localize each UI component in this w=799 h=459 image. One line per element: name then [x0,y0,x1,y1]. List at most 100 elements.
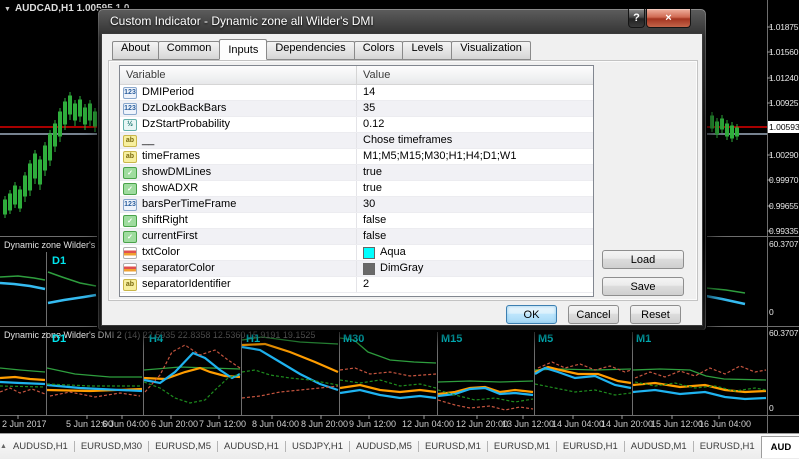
param-name: shiftRight [142,214,188,226]
color-swatch [363,262,375,275]
param-value[interactable]: 14 [363,85,375,100]
reset-button[interactable]: Reset [630,305,681,324]
param-value[interactable]: Chose timeframes [363,133,452,148]
time-axis-label: 2 Jun 2017 [2,419,47,429]
param-name: barsPerTimeFrame [142,198,237,210]
int-icon: 123 [123,198,137,211]
chart-tab[interactable]: EURUSD,M5 [148,441,217,452]
time-axis-label: 7 Jun 12:00 [199,419,247,429]
string-icon: ab [123,134,137,147]
chart-tab[interactable]: EURUSD,M30 [73,441,148,452]
time-axis-label: 15 Jun 12:00 [651,419,704,429]
table-row[interactable]: 123 DzLookBackBars 35 [120,101,593,117]
sub2-tf-m15: M15 [441,333,463,345]
indicator-properties-dialog: Custom Indicator - Dynamic zone all Wild… [97,8,707,331]
price-axis-label: 1.01875 [769,22,799,32]
time-axis-label: 13 Jun 12:00 [502,419,555,429]
chart-tab[interactable]: EURUSD,M1 [486,441,556,452]
sub2-tf-m5: M5 [538,333,554,345]
param-name: showADXR [142,182,199,194]
chart-tab-active[interactable]: AUD [760,435,799,458]
param-value[interactable]: false [363,229,386,244]
tab-bar-corner-icon[interactable]: ▲ [0,443,7,450]
close-button[interactable]: × [646,9,691,28]
color-icon [123,262,137,275]
param-value[interactable]: false [363,213,386,228]
chart-tab[interactable]: EURUSD,M1 [417,441,487,452]
table-row[interactable]: ab __ Chose timeframes [120,133,593,149]
price-axis-label: 1.00290 [769,150,799,160]
time-axis-label: 8 Jun 20:00 [301,419,349,429]
sub1-scale-top: 60.3707 [769,239,799,249]
chart-tab[interactable]: AUDUSD,M1 [623,441,693,452]
dialog-titlebar[interactable]: Custom Indicator - Dynamic zone all Wild… [98,9,706,34]
table-row[interactable]: ✓ showDMLines true [120,165,593,181]
tab-common[interactable]: Common [157,41,221,60]
bool-icon: ✓ [123,214,137,227]
table-header: Variable Value [120,66,593,85]
param-name: separatorColor [142,262,215,274]
table-row[interactable]: separatorColor DimGray [120,261,593,277]
chart-tab[interactable]: AUDUSD,M5 [349,441,418,452]
time-axis-label: 12 Jun 20:00 [456,419,509,429]
string-icon: ab [123,278,137,291]
table-row[interactable]: txtColor Aqua [120,245,593,261]
chart-tab[interactable]: EURUSD,H1 [555,441,624,452]
param-value[interactable]: true [363,181,382,196]
tab-colors[interactable]: Colors [353,41,404,60]
time-axis-label: 12 Jun 04:00 [402,419,455,429]
time-axis-label: 14 Jun 20:00 [601,419,654,429]
chart-tab[interactable]: EURUSD,H1 [692,441,761,452]
param-value[interactable]: 35 [363,101,375,116]
sub2-scale-bottom: 0 [769,403,774,413]
price-axis-label: 1.00925 [769,98,799,108]
cancel-button[interactable]: Cancel [568,305,619,324]
dialog-tab-strip: About Common Inputs Dependencies Colors … [112,39,531,60]
mt4-terminal: ▼ AUDCAD,H1 1.00595 1.0 1.01875 1.01560 1… [0,0,799,459]
chart-tab[interactable]: AUDUSD,H1 [217,441,285,452]
table-row[interactable]: 123 barsPerTimeFrame 30 [120,197,593,213]
bool-icon: ✓ [123,182,137,195]
sub2-tf-m30: M30 [343,333,365,345]
chart-tab[interactable]: AUDUSD,H1 [7,441,74,452]
param-value[interactable]: M1;M5;M15;M30;H1;H4;D1;W1 [363,149,516,164]
sub2-tf-h1: H1 [246,333,261,345]
sub2-tf-m1: M1 [636,333,652,345]
tab-inputs[interactable]: Inputs [219,39,268,60]
help-button[interactable]: ? [628,9,645,28]
ok-button[interactable]: OK [506,305,557,324]
param-value[interactable]: DimGray [380,261,423,276]
parameters-table: Variable Value 123 DMIPeriod 14 123 DzLook… [119,65,594,297]
param-value[interactable]: Aqua [380,245,406,260]
table-row[interactable]: ✓ shiftRight false [120,213,593,229]
dialog-title: Custom Indicator - Dynamic zone all Wild… [110,14,374,28]
table-row[interactable]: 123 DMIPeriod 14 [120,85,593,101]
string-icon: ab [123,150,137,163]
save-button[interactable]: Save [602,277,684,296]
time-axis-label: 16 Jun 04:00 [699,419,752,429]
sub2-tf-d1: D1 [52,333,67,345]
param-value[interactable]: 0.12 [363,117,384,132]
tab-about[interactable]: About [112,41,159,60]
table-row[interactable]: ab separatorIdentifier 2 [120,277,593,293]
dialog-body: About Common Inputs Dependencies Colors … [102,34,702,325]
table-row[interactable]: ab timeFrames M1;M5;M15;M30;H1;H4;D1;W1 [120,149,593,165]
table-row[interactable]: ✓ currentFirst false [120,229,593,245]
param-value[interactable]: 2 [363,277,369,292]
tab-levels[interactable]: Levels [402,41,453,60]
current-price-tag: 1.00593 [768,121,799,133]
tab-visualization[interactable]: Visualization [451,41,531,60]
double-icon: ½ [123,118,137,131]
tab-dependencies[interactable]: Dependencies [266,41,355,60]
load-button[interactable]: Load [602,250,684,269]
chart-tab[interactable]: USDJPY,H1 [284,441,349,452]
column-header-value[interactable]: Value [357,66,390,84]
table-row[interactable]: ✓ showADXR true [120,181,593,197]
param-value[interactable]: 30 [363,197,375,212]
bool-icon: ✓ [123,230,137,243]
param-name: currentFirst [142,230,198,242]
table-row[interactable]: ½ DzStartProbability 0.12 [120,117,593,133]
param-name: timeFrames [142,150,201,162]
param-value[interactable]: true [363,165,382,180]
column-header-variable[interactable]: Variable [120,66,357,84]
